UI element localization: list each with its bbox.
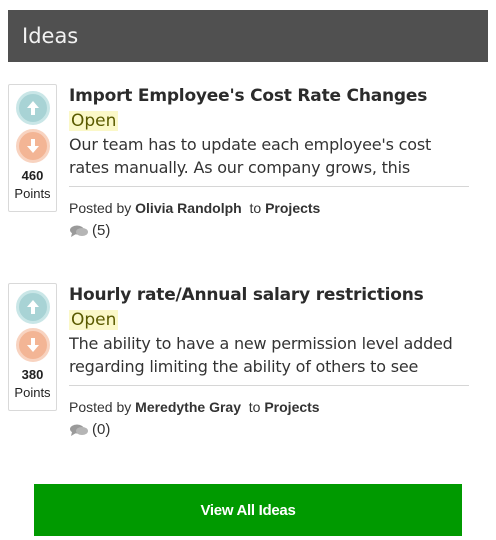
arrow-up-icon [27,101,39,115]
status-badge: Open [69,310,119,330]
points-count: 460 [21,168,44,183]
category-link[interactable]: Projects [265,200,320,216]
comments-link[interactable]: (0) [69,421,110,438]
posted-by-label: Posted by [69,399,132,415]
view-all-ideas-button[interactable]: View All Ideas [34,484,462,536]
divider [69,186,469,187]
upvote-button[interactable] [16,91,50,125]
author-link[interactable]: Olivia Randolph [135,200,242,216]
idea-title-link[interactable]: Import Employee's Cost Rate Changes [69,86,427,106]
posted-by-label: Posted by [69,200,132,216]
comments-icon [70,225,88,237]
idea-item: 380 Points Hourly rate/Annual salary res… [8,283,478,443]
comments-link[interactable]: (5) [69,222,110,239]
points-label: Points [14,385,51,400]
arrow-up-icon [27,300,39,314]
comment-count: (5) [92,222,111,239]
idea-title-link[interactable]: Hourly rate/Annual salary restrictions [69,285,424,305]
to-label: to [248,399,261,415]
status-badge: Open [69,111,119,131]
widget-title: Ideas [22,24,79,48]
vote-box: 460 Points [8,84,57,212]
idea-description: The ability to have a new permission lev… [69,334,453,376]
idea-description: Our team has to update each employee's c… [69,135,432,177]
idea-meta: Posted by Meredythe Gray to Projects [69,399,320,415]
divider [69,385,469,386]
vote-box: 380 Points [8,283,57,411]
category-link[interactable]: Projects [264,399,319,415]
idea-item: 460 Points Import Employee's Cost Rate C… [8,84,478,244]
idea-meta: Posted by Olivia Randolph to Projects [69,200,320,216]
arrow-down-icon [27,338,39,352]
comments-icon [70,424,88,436]
comment-count: (0) [92,421,111,438]
points-count: 380 [21,367,44,382]
widget-header: Ideas [8,10,488,62]
to-label: to [249,200,262,216]
downvote-button[interactable] [16,129,50,163]
author-link[interactable]: Meredythe Gray [135,399,241,415]
upvote-button[interactable] [16,290,50,324]
arrow-down-icon [27,139,39,153]
points-label: Points [14,186,51,201]
downvote-button[interactable] [16,328,50,362]
